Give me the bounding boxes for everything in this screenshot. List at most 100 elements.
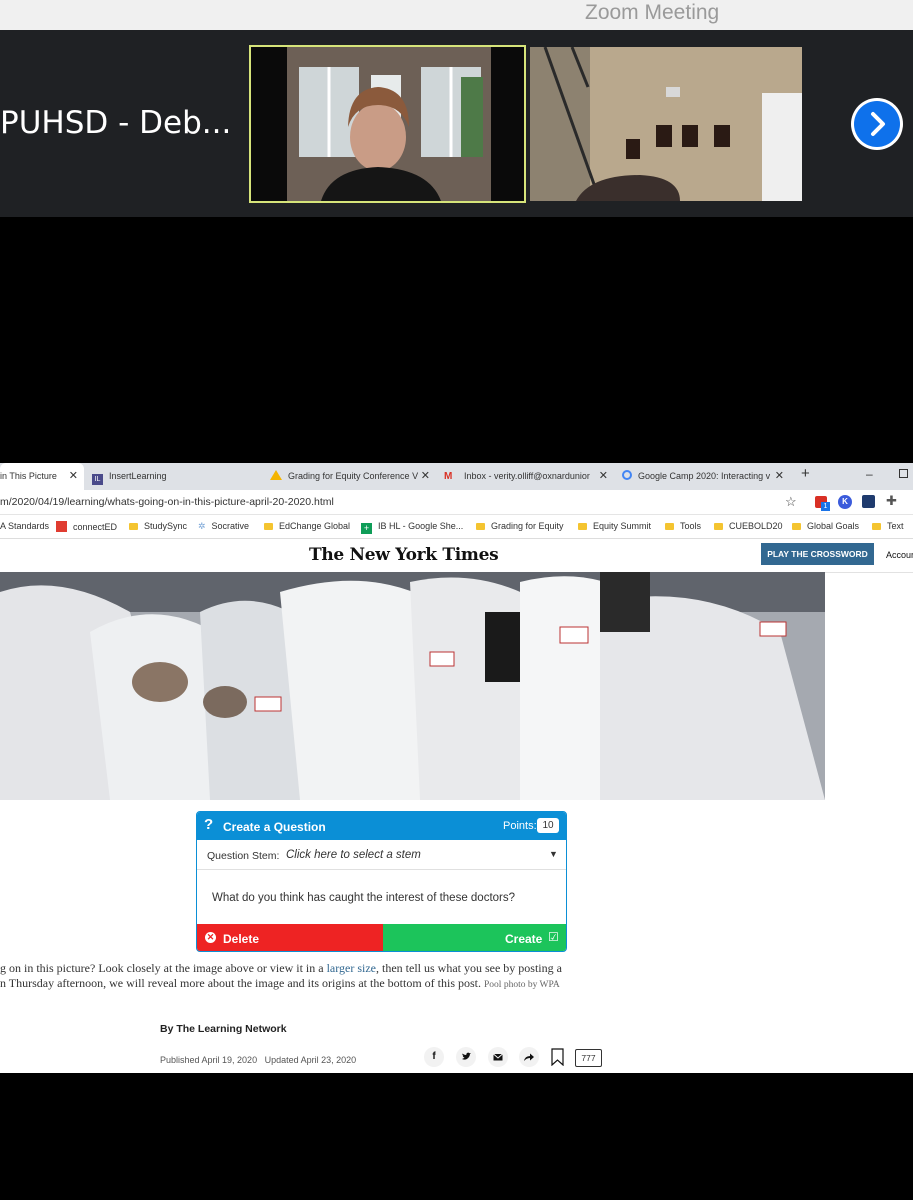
bookmark-item[interactable]: CUEBOLD20	[714, 521, 783, 531]
nyt-logo[interactable]: The New York Times	[309, 545, 499, 565]
tab-active[interactable]: in This Picture ✕	[0, 463, 84, 490]
bookmark-icon[interactable]	[551, 1048, 564, 1071]
bookmark-label: Global Goals	[807, 521, 860, 531]
bookmark-label: Grading for Equity	[491, 521, 564, 531]
tab-grading[interactable]: Grading for Equity Conference V ✕	[270, 463, 436, 490]
bookmark-label: Text	[887, 521, 904, 531]
video-feed	[251, 47, 524, 201]
bookmark-label: Tools	[680, 521, 702, 531]
bookmark-item[interactable]: Equity Summit	[578, 521, 651, 531]
bookmark-item[interactable]: Text	[872, 521, 904, 531]
delete-label: Delete	[223, 932, 260, 946]
bookmark-item[interactable]: connectED	[56, 521, 117, 532]
folder-icon	[714, 523, 723, 530]
video-feed-room	[530, 47, 802, 201]
bookmark-label: IB HL - Google She...	[378, 521, 464, 531]
share-icon[interactable]	[519, 1047, 539, 1067]
email-icon[interactable]	[488, 1047, 508, 1067]
folder-icon	[476, 523, 485, 530]
address-bar[interactable]: m/2020/04/19/learning/whats-going-on-in-…	[0, 490, 913, 515]
extension-badge: 1	[821, 502, 830, 511]
byline[interactable]: By The Learning Network	[160, 1023, 287, 1035]
bookmark-star-icon[interactable]: ☆	[785, 494, 797, 510]
larger-size-link[interactable]: larger size	[327, 961, 376, 975]
points-label: Points:	[503, 820, 537, 832]
folder-icon	[792, 523, 801, 530]
close-tab-icon[interactable]: ✕	[421, 463, 430, 490]
participant-video-active[interactable]	[249, 45, 526, 203]
bookmark-label: CUEBOLD20	[729, 521, 783, 531]
participant-name[interactable]: PUHSD - Deb...	[0, 105, 231, 141]
article-caption-line: g on in this picture? Look closely at th…	[0, 961, 562, 976]
comments-button[interactable]: 777	[575, 1049, 602, 1067]
tab-inbox[interactable]: M Inbox - verity.olliff@oxnardunior ✕	[444, 463, 614, 490]
stem-select[interactable]: Click here to select a stem	[286, 849, 421, 861]
minimize-icon[interactable]: –	[866, 467, 873, 481]
article-dates: Published April 19, 2020 Updated April 2…	[160, 1055, 356, 1065]
close-tab-icon[interactable]: ✕	[775, 463, 784, 490]
bookmarks-bar: A Standards connectED StudySync ✲ Socrati…	[0, 515, 913, 539]
new-tab-button[interactable]: +	[801, 465, 810, 482]
participant-video[interactable]	[530, 47, 802, 201]
facebook-icon[interactable]: f	[424, 1047, 444, 1067]
bookmark-item[interactable]: + IB HL - Google She...	[361, 521, 463, 534]
create-button[interactable]: Create ☑	[383, 924, 566, 951]
bookmark-label: EdChange Global	[279, 521, 351, 531]
caption-text: n Thursday afternoon, we will reveal mor…	[0, 976, 482, 990]
question-mark-icon: ?	[204, 816, 214, 833]
window-title: Zoom Meeting	[585, 1, 720, 24]
points-input[interactable]: 10	[537, 818, 559, 833]
bookmark-item[interactable]: StudySync	[129, 521, 187, 531]
create-label: Create	[505, 932, 543, 946]
bookmark-item[interactable]: A Standards	[0, 521, 49, 531]
caret-down-icon[interactable]: ▼	[549, 849, 558, 859]
published-date: Published April 19, 2020	[160, 1055, 258, 1065]
article-hero-image	[0, 572, 825, 800]
google-icon	[622, 470, 632, 480]
panel-title: Create a Question	[223, 820, 326, 834]
puzzle-icon[interactable]: ✚	[886, 493, 897, 509]
play-crossword-button[interactable]: PLAY THE CROSSWORD	[761, 543, 874, 565]
question-textarea[interactable]: What do you think has caught the interes…	[212, 892, 515, 904]
photo-credit: Pool photo by WPA	[484, 980, 560, 990]
stem-label: Question Stem:	[207, 850, 280, 862]
bookmark-item[interactable]: EdChange Global	[264, 521, 350, 531]
chevron-right-icon	[854, 101, 900, 147]
caption-text: , then tell us what you see by posting a	[376, 961, 562, 975]
close-tab-icon[interactable]: ✕	[599, 463, 608, 490]
bookmark-item[interactable]: ✲ Socrative	[198, 521, 249, 532]
mcgraw-icon	[56, 521, 67, 532]
delete-button[interactable]: ✕ Delete	[197, 924, 383, 951]
caption-text: g on in this picture? Look closely at th…	[0, 961, 327, 975]
tab-google-camp[interactable]: Google Camp 2020: Interacting v ✕	[622, 463, 790, 490]
account-link[interactable]: Accour	[886, 550, 913, 560]
bookmark-item[interactable]: Global Goals	[792, 521, 859, 531]
tab-label: Inbox - verity.olliff@oxnardunior	[464, 471, 590, 481]
restore-icon[interactable]	[899, 469, 908, 478]
bookmark-label: Equity Summit	[593, 521, 652, 531]
url-text[interactable]: m/2020/04/19/learning/whats-going-on-in-…	[0, 496, 334, 508]
close-tab-icon[interactable]: ✕	[69, 463, 78, 490]
gmail-icon: M	[444, 471, 453, 482]
folder-icon	[665, 523, 674, 530]
socrative-icon: ✲	[198, 521, 206, 531]
tab-insertlearning[interactable]: IL InsertLearning	[92, 463, 262, 490]
folder-icon	[129, 523, 138, 530]
zoom-titlebar: Zoom Meeting	[0, 0, 913, 30]
insertlearning-icon: IL	[92, 474, 103, 485]
checkbox-icon: ☑	[548, 930, 559, 944]
twitter-icon[interactable]	[456, 1047, 476, 1067]
bookmark-item[interactable]: Grading for Equity	[476, 521, 564, 531]
folder-icon	[264, 523, 273, 530]
kami-extension-icon[interactable]: K	[838, 495, 852, 509]
bookmark-item[interactable]: Tools	[665, 521, 701, 531]
close-circle-icon: ✕	[205, 932, 216, 943]
question-stem-row: Question Stem: Click here to select a st…	[197, 840, 566, 870]
next-page-button[interactable]	[851, 98, 903, 150]
drive-icon	[270, 470, 282, 480]
bookmark-label: Socrative	[211, 521, 250, 531]
extension-icon[interactable]: 1	[815, 496, 830, 511]
folder-icon	[872, 523, 881, 530]
screencast-extension-icon[interactable]	[862, 495, 875, 508]
create-question-panel: ? Create a Question Points: 10 Question …	[196, 811, 567, 952]
